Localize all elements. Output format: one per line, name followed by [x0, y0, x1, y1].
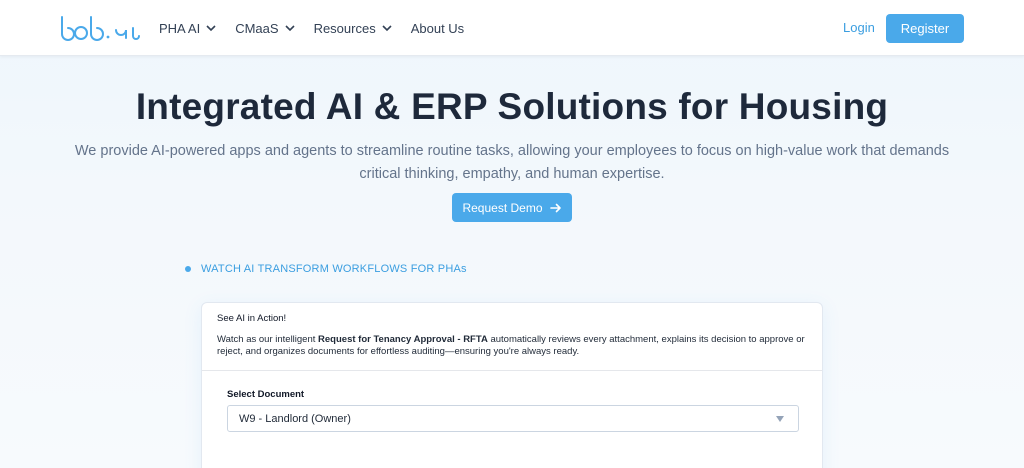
nav-item-cmaas[interactable]: CMaaS [235, 0, 295, 56]
card-header: See AI in Action! Watch as our intellige… [202, 303, 822, 371]
card-desc-highlight: Request for Tenancy Approval - RFTA [318, 334, 488, 345]
document-select-value: W9 - Landlord (Owner) [239, 412, 351, 425]
main-nav: PHA AI CMaaS Resources About Us [159, 0, 483, 56]
arrow-right-icon [549, 203, 561, 212]
bob-ai-logo[interactable] [60, 14, 146, 42]
card-title: See AI in Action! [217, 313, 287, 324]
nav-item-label: About Us [410, 20, 465, 36]
hero-subtitle: We provide AI-powered apps and agents to… [74, 143, 950, 182]
chevron-down-icon [206, 24, 216, 31]
site-header: PHA AI CMaaS Resources About Us Login Re… [0, 0, 1024, 56]
request-demo-label: Request Demo [462, 200, 543, 215]
nav-item-resources[interactable]: Resources [314, 0, 392, 56]
nav-item-label: PHA AI [159, 20, 201, 36]
request-demo-button[interactable]: Request Demo [452, 193, 572, 222]
nav-item-pha-ai[interactable]: PHA AI [159, 0, 216, 56]
chevron-down-icon [382, 24, 392, 31]
nav-item-label: Resources [313, 20, 376, 36]
chevron-down-icon [284, 24, 295, 31]
login-link[interactable]: Login [843, 20, 875, 35]
ai-demo-card: See AI in Action! Watch as our intellige… [201, 302, 823, 468]
card-description: Watch as our intelligent Request for Ten… [217, 334, 807, 358]
select-document-label: Select Document [227, 389, 305, 400]
nav-item-label: CMaaS [235, 20, 279, 36]
register-button[interactable]: Register [886, 14, 964, 43]
section-label: WATCH AI TRANSFORM WORKFLOWS FOR PHAs [201, 263, 467, 275]
document-select[interactable]: W9 - Landlord (Owner) [227, 405, 799, 432]
nav-item-about-us[interactable]: About Us [411, 0, 464, 56]
card-desc-prefix: Watch as our intelligent [217, 334, 319, 345]
hero-title: Integrated AI & ERP Solutions for Housin… [135, 86, 889, 127]
bullet-dot-icon [185, 266, 191, 272]
caret-down-icon [776, 416, 784, 422]
